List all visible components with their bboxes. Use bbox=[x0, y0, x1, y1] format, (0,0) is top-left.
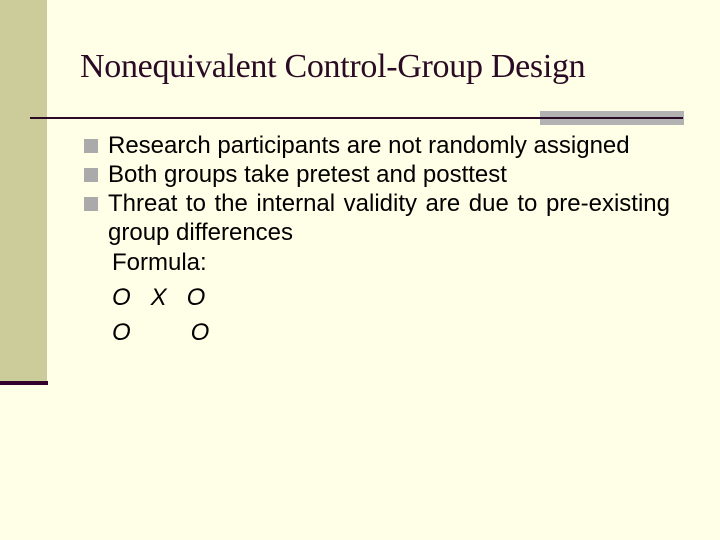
formula-label: Formula: bbox=[112, 249, 207, 276]
bullet-item: Both groups take pretest and posttest bbox=[84, 160, 670, 189]
sidebar-decoration bbox=[0, 0, 47, 381]
formula-row-treatment: O X O bbox=[112, 284, 206, 311]
title-divider bbox=[30, 117, 683, 119]
sidebar-underline bbox=[0, 381, 48, 385]
bullet-text: Both groups take pretest and posttest bbox=[108, 161, 507, 188]
bullet-item: Threat to the internal validity are due … bbox=[84, 189, 670, 247]
bullet-text: Threat to the internal validity are due … bbox=[108, 190, 670, 246]
formula-row-control: O O bbox=[112, 319, 210, 346]
bullet-item: Research participants are not randomly a… bbox=[84, 131, 670, 160]
square-bullet-icon bbox=[84, 197, 98, 211]
bullet-text: Research participants are not randomly a… bbox=[108, 132, 630, 159]
slide-body: Research participants are not randomly a… bbox=[84, 131, 670, 347]
slide-title: Nonequivalent Control-Group Design bbox=[80, 48, 586, 85]
square-bullet-icon bbox=[84, 139, 98, 153]
square-bullet-icon bbox=[84, 168, 98, 182]
